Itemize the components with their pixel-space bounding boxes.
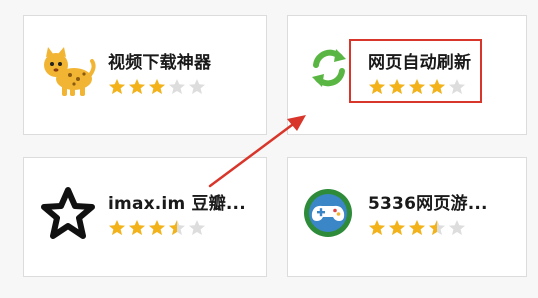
rating-stars <box>108 78 206 96</box>
cheetah-icon <box>40 43 96 99</box>
star-icon <box>149 220 165 235</box>
rating-stars <box>108 219 206 237</box>
star-icon <box>129 79 145 94</box>
refresh-icon <box>304 43 354 93</box>
game-controller-icon <box>302 187 354 239</box>
app-card-5336-web-game[interactable]: 5336网页游... <box>287 157 527 277</box>
star-icon <box>169 220 185 235</box>
star-icon <box>129 220 145 235</box>
app-card-imax-douban[interactable]: imax.im 豆瓣... <box>23 157 267 277</box>
app-name: 5336网页游... <box>368 194 488 214</box>
star-icon <box>449 220 465 235</box>
star-icon <box>429 220 445 235</box>
star-icon <box>189 79 205 94</box>
star-outline-icon <box>40 186 96 242</box>
app-name: imax.im 豆瓣... <box>108 194 246 214</box>
star-icon <box>189 220 205 235</box>
star-icon <box>369 220 385 235</box>
highlight-box <box>349 39 482 103</box>
rating-stars <box>368 219 466 237</box>
star-icon <box>389 220 405 235</box>
star-icon <box>409 220 425 235</box>
app-card-video-downloader[interactable]: 视频下载神器 <box>23 15 267 135</box>
star-icon <box>169 79 185 94</box>
app-name: 视频下载神器 <box>108 53 212 73</box>
star-icon <box>109 220 125 235</box>
star-icon <box>149 79 165 94</box>
star-icon <box>109 79 125 94</box>
